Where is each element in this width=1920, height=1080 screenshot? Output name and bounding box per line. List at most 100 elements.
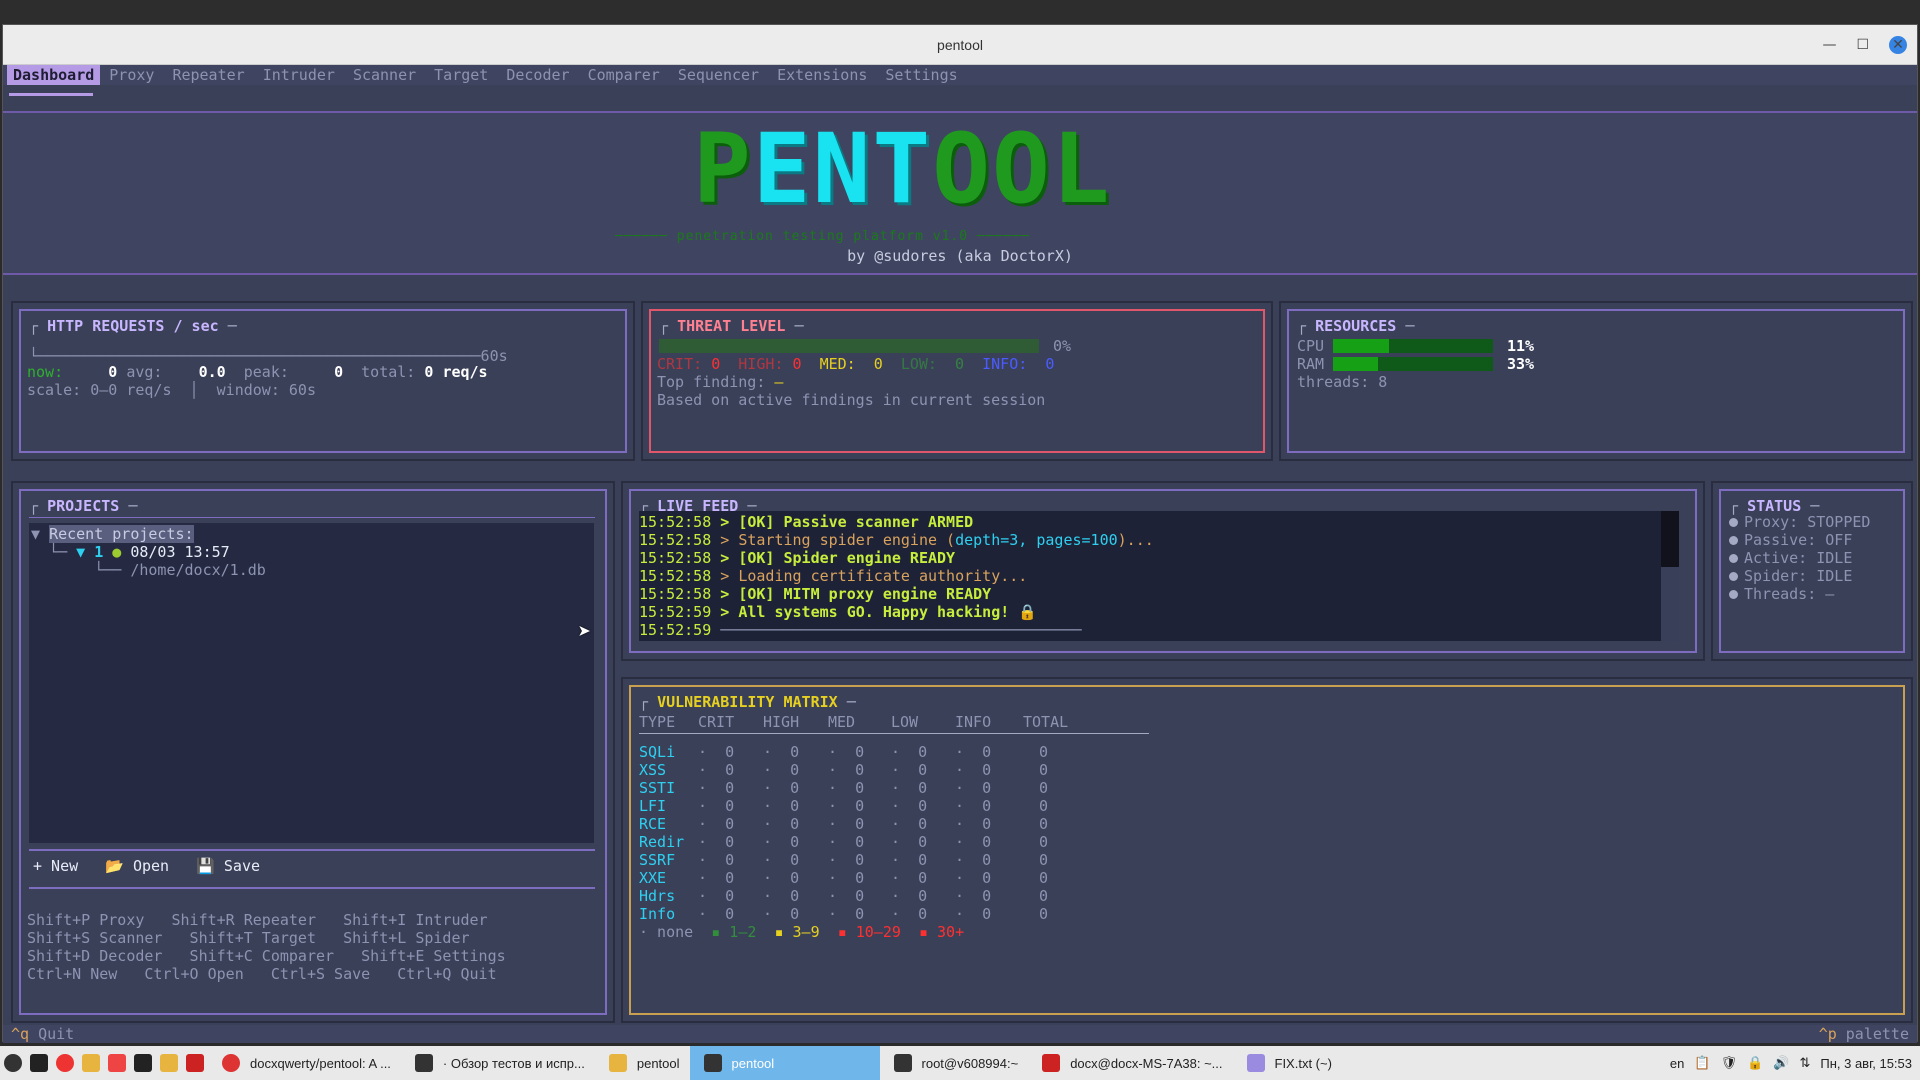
vuln-col-header: LOW — [891, 713, 919, 731]
quit-hint[interactable]: ^q Quit — [11, 1025, 74, 1043]
vuln-cell: · 0 — [891, 833, 928, 851]
terminal-icon[interactable] — [134, 1054, 152, 1072]
menu-icon[interactable] — [4, 1054, 22, 1072]
taskbar-item-active[interactable]: pentool — [689, 1046, 880, 1080]
shortcut-line: Shift+D Decoder Shift+C Comparer Shift+E… — [27, 947, 506, 965]
vuln-cell: · 0 — [763, 905, 800, 923]
volume-icon[interactable]: 🔊 — [1773, 1055, 1789, 1071]
feed-scroll-thumb[interactable] — [1661, 511, 1679, 567]
status-panel: ┌ STATUS ─ Proxy: STOPPED Passive: OFF A… — [1711, 481, 1913, 661]
vuln-cell: · 0 — [891, 851, 928, 869]
vuln-cell: · 0 — [955, 833, 992, 851]
vuln-cell: · 0 — [698, 743, 735, 761]
tab-target[interactable]: Target — [425, 65, 497, 85]
threat-note: Based on active findings in current sess… — [657, 391, 1046, 409]
vuln-cell: · 0 — [828, 815, 865, 833]
taskbar-item[interactable]: root@v608994:~ — [880, 1046, 1029, 1080]
open-project-button[interactable]: Open — [133, 857, 169, 875]
taskbar: docxqwerty/pentool: A ... · Обзор тестов… — [0, 1046, 1920, 1080]
shortcut-line: Shift+P Proxy Shift+R Repeater Shift+I I… — [27, 911, 488, 929]
tab-comparer[interactable]: Comparer — [579, 65, 669, 85]
recent-projects-header[interactable]: ▼ Recent projects: — [31, 525, 194, 543]
resources-panel: ┌ RESOURCES ─ CPU 11% RAM 33% threads: 8 — [1279, 301, 1913, 461]
terminal-icon — [703, 1054, 722, 1072]
shield-icon[interactable]: 🛡 — [1721, 1055, 1738, 1071]
folder-icon[interactable] — [160, 1054, 178, 1072]
resources-title: RESOURCES — [1315, 317, 1397, 335]
taskbar-item[interactable]: · Обзор тестов и испр... — [401, 1046, 595, 1080]
tab-intruder[interactable]: Intruder — [254, 65, 344, 85]
pentool-logo: PENTOOL — [693, 113, 1112, 225]
vuln-col-header: TYPE — [639, 713, 676, 731]
tab-extensions[interactable]: Extensions — [768, 65, 876, 85]
vuln-cell: · 0 — [955, 797, 992, 815]
tab-settings[interactable]: Settings — [876, 65, 966, 85]
close-icon[interactable]: ✕ — [1889, 36, 1907, 54]
feed-line: 15:52:58 > Loading certificate authority… — [639, 567, 1028, 585]
live-feed-panel: ┌ LIVE FEED ─ 15:52:58 > [OK] Passive sc… — [621, 481, 1705, 661]
feed-line: 15:52:59 ───────────────────────────────… — [639, 621, 1082, 639]
vuln-row-type: Info — [639, 905, 676, 923]
clock[interactable]: Пн, 3 авг, 15:53 — [1820, 1056, 1912, 1071]
tab-decoder[interactable]: Decoder — [497, 65, 578, 85]
vuln-cell: 0 — [1039, 743, 1049, 761]
vuln-title: VULNERABILITY MATRIX — [657, 693, 838, 711]
editor-icon — [1042, 1054, 1061, 1072]
http-stats: now: 0 avg: 0.0 peak: 0 total: 0 req/s — [27, 363, 488, 381]
vuln-cell: · 0 — [955, 743, 992, 761]
active-tab-underline — [9, 93, 93, 96]
vuln-cell: · 0 — [698, 905, 735, 923]
lock-icon[interactable]: 🔒 — [1747, 1055, 1763, 1071]
app-window: pentool — ☐ ✕ Dashboard Proxy Repeater I… — [2, 24, 1918, 1043]
vuln-cell: · 0 — [891, 905, 928, 923]
files-icon[interactable] — [82, 1054, 100, 1072]
vuln-cell: · 0 — [763, 851, 800, 869]
vuln-row-type: XSS — [639, 761, 667, 779]
project-list[interactable]: ▼ Recent projects: └─ ▼ 1 ● 08/03 13:57 … — [29, 523, 594, 843]
vuln-cell: · 0 — [763, 761, 800, 779]
maximize-icon[interactable]: ☐ — [1856, 37, 1869, 53]
tab-repeater[interactable]: Repeater — [163, 65, 253, 85]
cpu-value: 11% — [1507, 337, 1535, 355]
vuln-cell: · 0 — [698, 833, 735, 851]
terminal-icon[interactable] — [30, 1054, 48, 1072]
vuln-cell: · 0 — [828, 905, 865, 923]
taskbar-item[interactable]: docxqwerty/pentool: A ... — [208, 1046, 401, 1080]
editor-icon[interactable] — [186, 1054, 204, 1072]
vuln-col-header: CRIT — [698, 713, 735, 731]
feed-log[interactable]: 15:52:58 > [OK] Passive scanner ARMED 15… — [639, 511, 1679, 641]
feed-scrollbar[interactable] — [1661, 511, 1679, 641]
tab-scanner[interactable]: Scanner — [344, 65, 425, 85]
app-icon[interactable] — [108, 1054, 126, 1072]
palette-hint[interactable]: ^p palette — [1819, 1025, 1909, 1043]
new-project-button[interactable]: + New — [33, 857, 78, 875]
status-passive: Passive: OFF — [1729, 531, 1852, 549]
vuln-cell: · 0 — [828, 797, 865, 815]
vuln-cell: · 0 — [828, 887, 865, 905]
browser-icon[interactable] — [56, 1054, 74, 1072]
vuln-cell: · 0 — [955, 905, 992, 923]
vuln-cell: · 0 — [828, 761, 865, 779]
vuln-cell: · 0 — [955, 851, 992, 869]
clipboard-icon[interactable]: 📋 — [1694, 1055, 1710, 1071]
taskbar-item[interactable]: FIX.txt (~) — [1233, 1046, 1342, 1080]
tab-proxy[interactable]: Proxy — [100, 65, 163, 85]
save-project-button[interactable]: Save — [224, 857, 260, 875]
threads-count: threads: 8 — [1297, 373, 1388, 391]
projects-title: PROJECTS — [47, 497, 120, 515]
tab-sequencer[interactable]: Sequencer — [669, 65, 768, 85]
vuln-cell: · 0 — [763, 797, 800, 815]
taskbar-item[interactable]: docx@docx-MS-7A38: ~... — [1028, 1046, 1232, 1080]
vuln-cell: · 0 — [763, 887, 800, 905]
vuln-cell: · 0 — [891, 815, 928, 833]
project-item[interactable]: └─ ▼ 1 ● 08/03 13:57 — [31, 543, 230, 561]
tab-dashboard[interactable]: Dashboard — [7, 65, 101, 85]
projects-panel: ┌ PROJECTS ─ ▼ Recent projects: └─ ▼ 1 ●… — [11, 481, 615, 1023]
title-bar: pentool — ☐ ✕ — [3, 25, 1917, 65]
minimize-icon[interactable]: — — [1822, 37, 1836, 53]
status-proxy: Proxy: STOPPED — [1729, 513, 1870, 531]
taskbar-item[interactable]: pentool — [595, 1046, 690, 1080]
network-icon[interactable]: ⇅ — [1799, 1055, 1810, 1071]
keyboard-layout[interactable]: en — [1670, 1056, 1684, 1071]
vuln-cell: · 0 — [763, 743, 800, 761]
